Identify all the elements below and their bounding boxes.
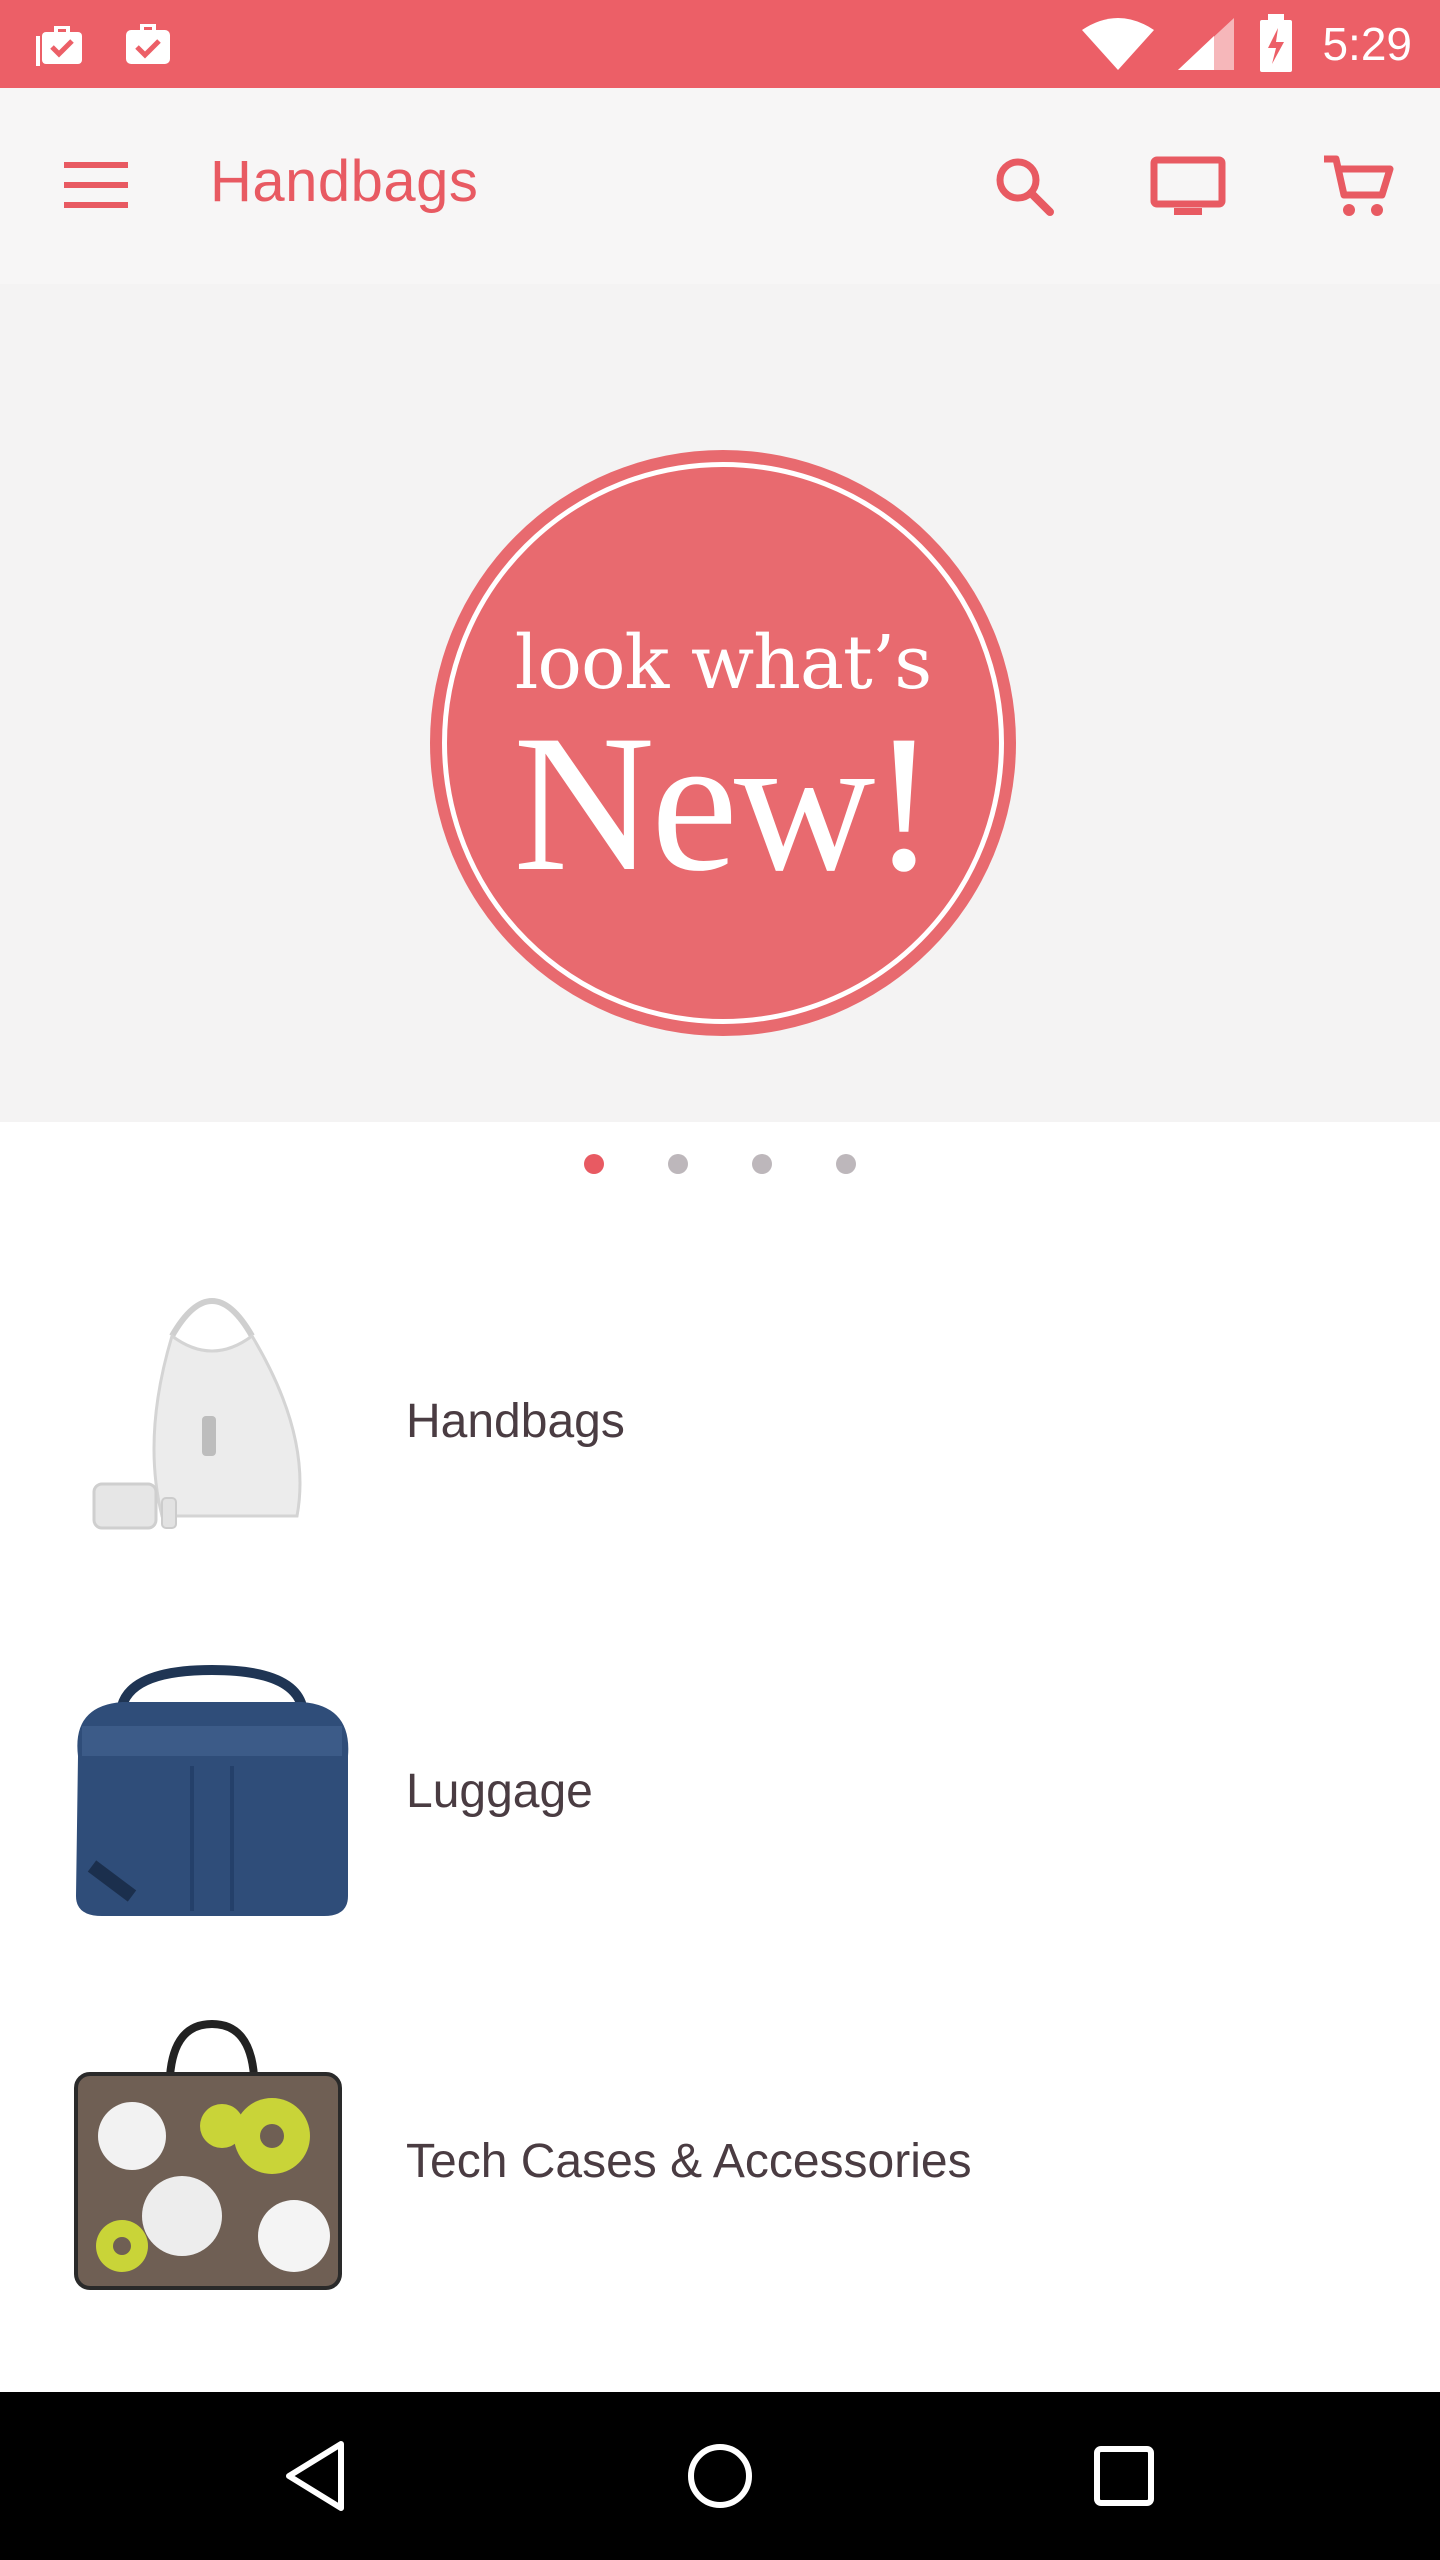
category-item-handbags[interactable]: Handbags [0, 1236, 1440, 1606]
pager-dot-2[interactable] [668, 1154, 688, 1174]
back-button[interactable] [266, 2426, 366, 2526]
home-button[interactable] [670, 2426, 770, 2526]
search-button[interactable] [982, 144, 1066, 228]
category-item-luggage[interactable]: Luggage [0, 1606, 1440, 1976]
white-handbag-image [92, 1298, 302, 1530]
battery-charging-icon [1260, 14, 1293, 72]
status-time: 5:29 [1322, 18, 1412, 70]
briefcase-check-icon [126, 24, 170, 64]
category-label: Tech Cases & Accessories [406, 2134, 972, 2188]
menu-button[interactable] [62, 158, 132, 214]
promo-banner[interactable]: look what’s New! [0, 284, 1440, 1122]
carousel-pager [0, 1122, 1440, 1206]
pager-dot-4[interactable] [836, 1154, 856, 1174]
status-bar: 5:29 [0, 0, 1440, 88]
signal-icon [1178, 18, 1235, 70]
cart-button[interactable] [1316, 144, 1400, 228]
floral-laptop-case-image [74, 2019, 342, 2290]
notification-icons [34, 16, 176, 72]
recents-icon [1094, 2446, 1154, 2506]
app-bar: Handbags [0, 88, 1440, 284]
category-label: Handbags [406, 1394, 625, 1448]
back-icon [286, 2441, 344, 2511]
pager-dot-1[interactable] [584, 1154, 604, 1174]
wifi-icon [1082, 18, 1155, 70]
badge-text-line2: New! [513, 695, 936, 912]
search-icon [996, 158, 1054, 216]
cart-icon [1324, 155, 1394, 216]
navy-duffel-bag-image [76, 1664, 349, 1916]
look-whats-new-badge: look what’s New! [430, 450, 1016, 1036]
briefcase-check-icon [36, 26, 82, 66]
home-icon [688, 2444, 752, 2508]
system-navigation-bar [0, 2392, 1440, 2560]
category-item-tech-cases[interactable]: Tech Cases & Accessories [0, 1976, 1440, 2346]
cast-icon [1150, 156, 1226, 215]
page-title: Handbags [210, 149, 479, 214]
badge-text-line1: look what’s [514, 620, 933, 706]
cast-button[interactable] [1146, 144, 1230, 228]
hamburger-menu-icon [64, 162, 128, 208]
category-label: Luggage [406, 1764, 593, 1818]
pager-dot-3[interactable] [752, 1154, 772, 1174]
recents-button[interactable] [1074, 2426, 1174, 2526]
system-indicators: 5:29 [1080, 12, 1412, 76]
